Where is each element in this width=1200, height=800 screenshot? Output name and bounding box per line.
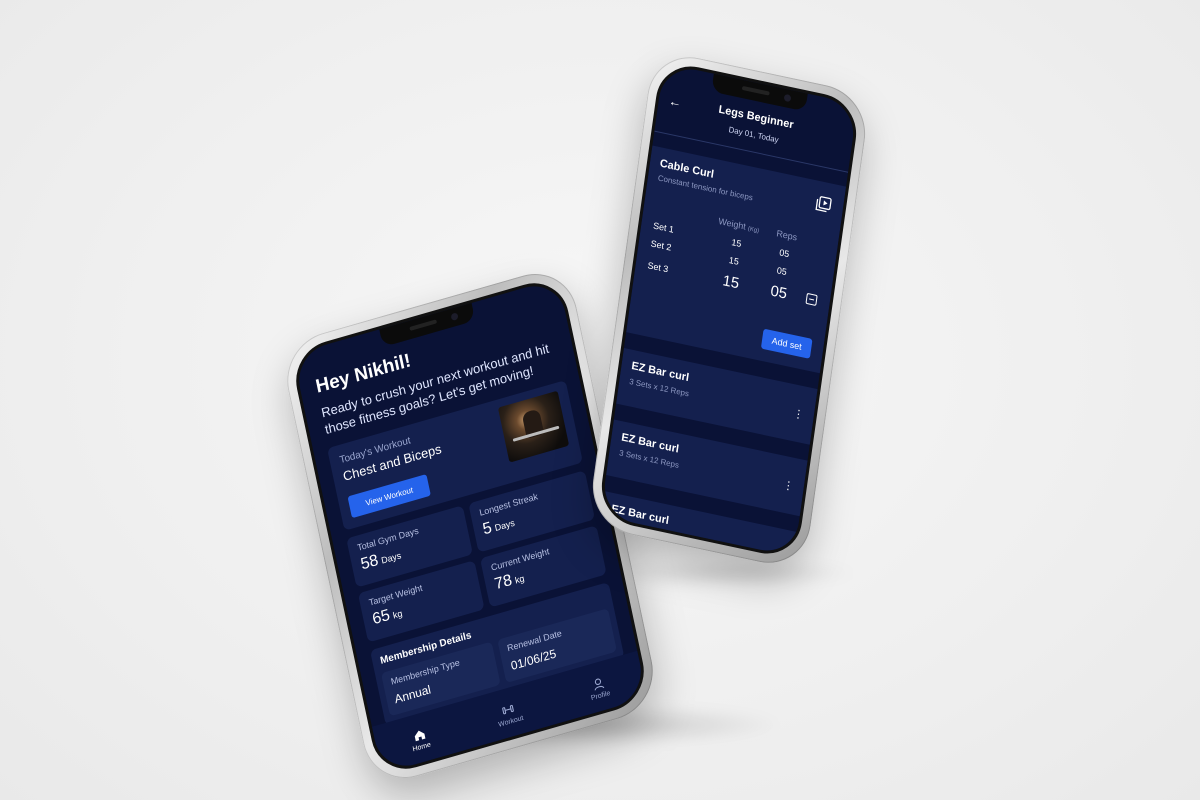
sets-table: Weight (Kg) Reps Set 1 15 05 Set 2 15 05…: [645, 202, 829, 309]
exercise-card: Cable Curl Constant tension for biceps W…: [626, 145, 847, 374]
more-vert-icon[interactable]: ⋮: [772, 550, 785, 561]
more-vert-icon[interactable]: ⋮: [792, 407, 805, 422]
nav-home-label: Home: [412, 741, 432, 754]
workout-photo: [497, 390, 570, 463]
set-weight[interactable]: 15: [705, 250, 763, 272]
add-set-button[interactable]: Add set: [760, 328, 813, 359]
floor-shadow-right: [600, 560, 860, 586]
stat-unit: kg: [391, 608, 404, 621]
more-vert-icon[interactable]: ⋮: [782, 478, 795, 493]
home-phone: Hey Nikhil! Ready to crush your next wor…: [278, 263, 662, 789]
set-label: Set 1: [652, 220, 675, 235]
stat-unit: Days: [493, 517, 516, 534]
stat-unit: kg: [514, 573, 526, 586]
back-arrow-icon[interactable]: ←: [668, 93, 683, 111]
stat-value: 58: [359, 551, 380, 574]
video-library-icon[interactable]: [814, 195, 832, 214]
set-reps[interactable]: 05: [762, 262, 803, 280]
nav-profile-label: Profile: [590, 689, 612, 703]
user-icon: [594, 678, 605, 691]
nav-profile[interactable]: Profile: [587, 675, 611, 702]
workout-phone: ← Legs Beginner Day 01, Today Cable Curl…: [586, 48, 872, 572]
set-reps[interactable]: 05: [764, 244, 805, 262]
exercise-item-name: EZ Bar curl: [610, 502, 670, 528]
set-weight[interactable]: 15: [707, 232, 765, 254]
weight-unit: (Kg): [747, 226, 760, 235]
weight-header: Weight: [717, 215, 747, 232]
nav-workout[interactable]: Workout: [495, 700, 525, 729]
stat-unit: Days: [380, 550, 403, 566]
home-icon: [414, 730, 426, 742]
stat-value: 65: [370, 606, 392, 629]
home-screen: Hey Nikhil! Ready to crush your next wor…: [289, 274, 651, 778]
stat-value: 5: [481, 519, 494, 539]
nav-home[interactable]: Home: [409, 727, 432, 754]
reps-header: Reps: [775, 228, 798, 243]
remove-set-icon[interactable]: [805, 292, 818, 307]
set-label: Set 3: [647, 259, 669, 274]
stat-value: 78: [492, 571, 514, 594]
nav-workout-label: Workout: [497, 714, 525, 729]
view-workout-button[interactable]: View Workout: [347, 474, 431, 519]
dumbbell-icon: [502, 704, 515, 715]
set-label: Set 2: [650, 238, 672, 253]
set-weight[interactable]: 15: [701, 268, 760, 297]
set-reps[interactable]: 05: [758, 280, 799, 305]
workout-screen: ← Legs Beginner Day 01, Today Cable Curl…: [597, 59, 861, 561]
